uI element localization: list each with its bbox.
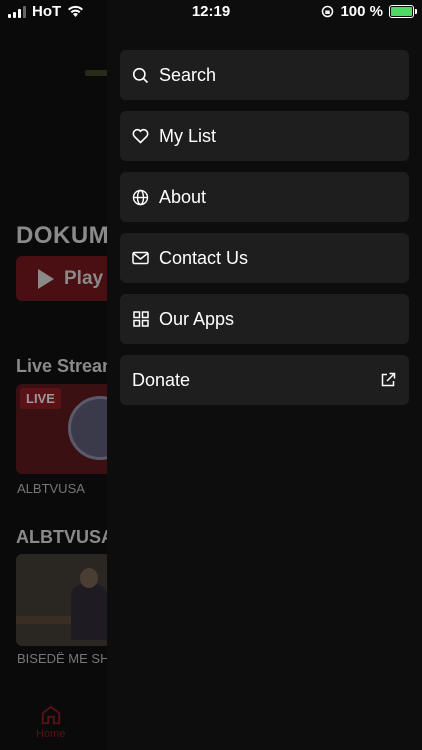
tab-home-label: Home (36, 728, 66, 740)
search-icon (132, 67, 149, 84)
mail-icon (132, 250, 149, 267)
live-badge: LIVE (20, 388, 61, 409)
menu-label-my-list: My List (159, 125, 217, 146)
orientation-lock-icon (322, 5, 334, 18)
status-bar: HoT 12:19 100 % (0, 0, 422, 24)
video-caption: BISEDË ME SH (17, 651, 110, 666)
menu-item-our-apps[interactable]: Our Apps (120, 294, 409, 344)
menu-item-contact-us[interactable]: Contact Us (120, 233, 409, 283)
menu-item-my-list[interactable]: My List (120, 111, 409, 161)
play-label: Play (64, 267, 104, 289)
section-title-albtvusa: ALBTVUSA (16, 527, 114, 547)
menu-label-donate: Donate (132, 369, 191, 390)
heart-icon (132, 128, 149, 145)
battery-icon (389, 5, 417, 18)
menu-label-about: About (159, 186, 207, 207)
battery-percent: 100 % (340, 3, 383, 20)
menu-label-contact-us: Contact Us (159, 247, 249, 268)
menu-item-donate[interactable]: Donate (120, 355, 409, 405)
featured-title: DOKUM (16, 222, 110, 249)
external-link-icon (381, 372, 396, 387)
menu-label-our-apps: Our Apps (159, 308, 235, 329)
menu-item-about[interactable]: About (120, 172, 409, 222)
home-icon (41, 705, 60, 725)
globe-icon (132, 189, 149, 206)
tab-home[interactable]: Home (36, 704, 65, 740)
menu-label-search: Search (159, 64, 217, 85)
section-title-live: Live Strean (16, 356, 114, 376)
menu-item-search[interactable]: Search (120, 50, 409, 100)
side-drawer: Search My List About Contact Us Our Apps… (107, 0, 422, 750)
live-caption: ALBTVUSA (17, 481, 85, 496)
grid-icon (132, 311, 149, 328)
play-icon (38, 268, 54, 289)
